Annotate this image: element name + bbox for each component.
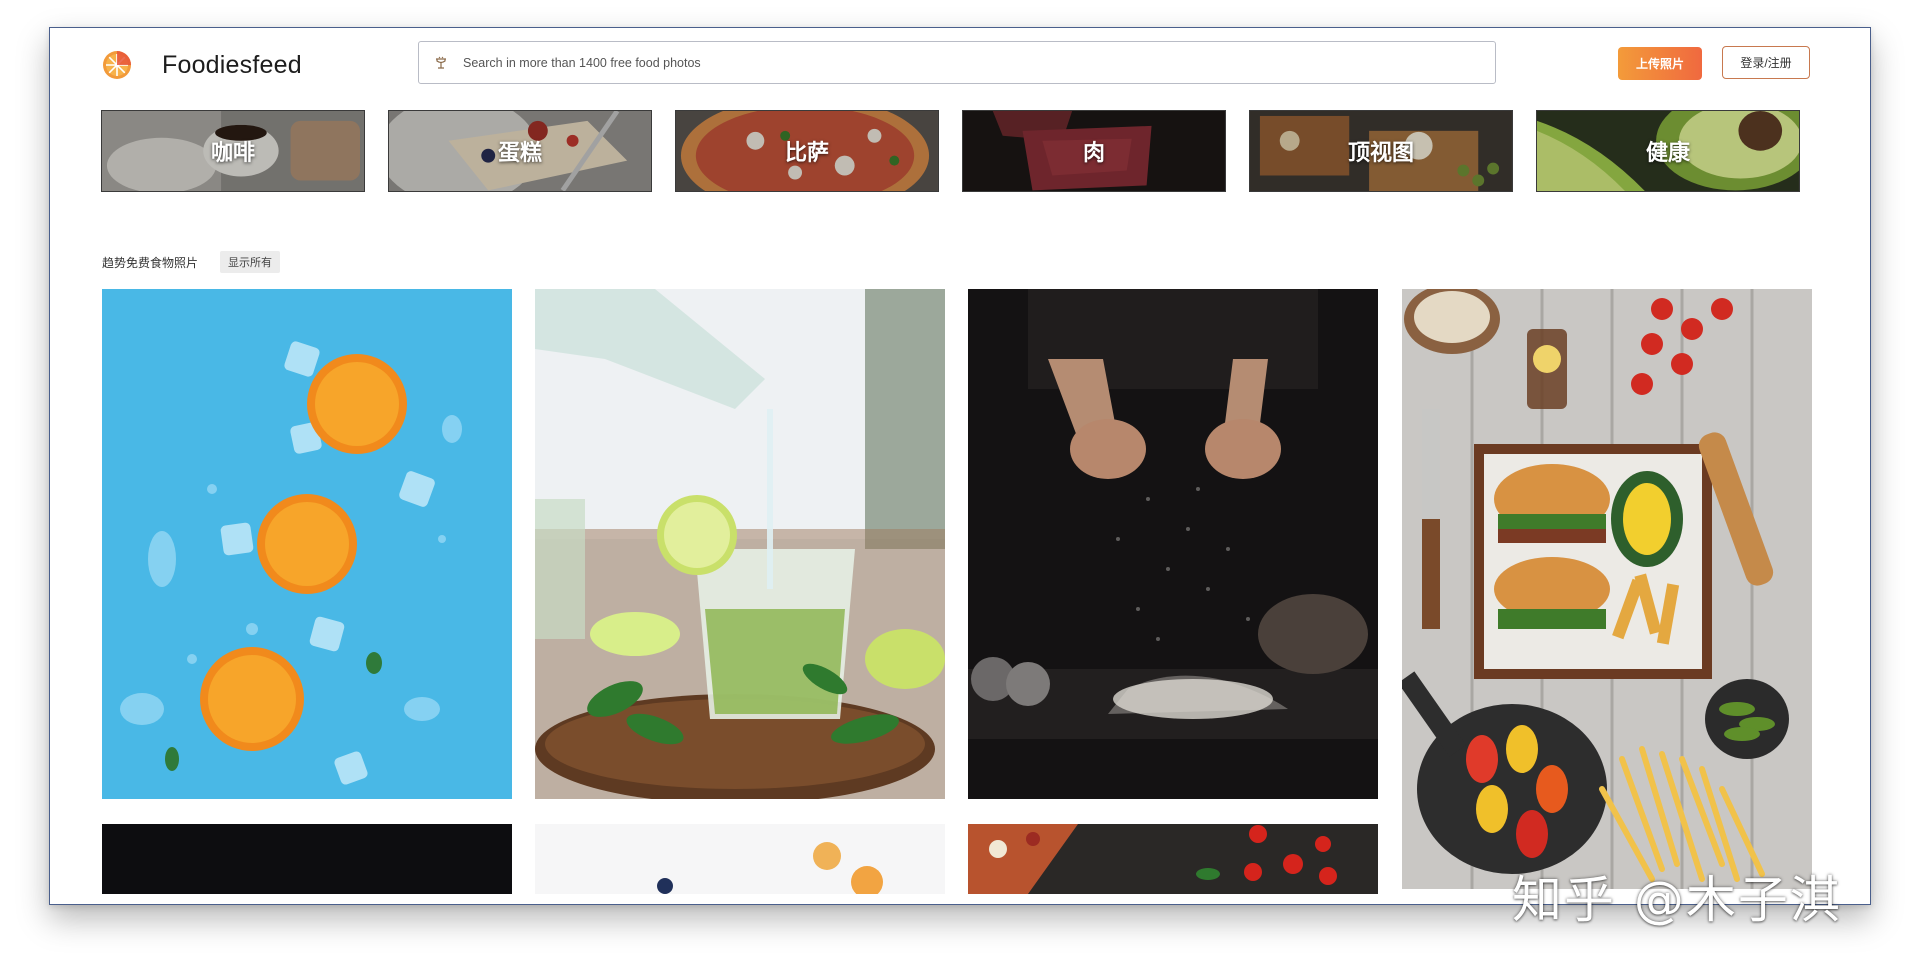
category-strip: 咖啡 蛋糕 比萨 肉 顶视图 健康	[101, 110, 1800, 192]
upload-photo-button[interactable]: 上传照片	[1618, 47, 1702, 80]
light-food-photo	[535, 824, 945, 894]
browser-window: Foodiesfeed 上传照片 登录/注册 咖啡	[49, 27, 1871, 905]
category-coffee[interactable]: 咖啡	[101, 110, 365, 192]
photo-card[interactable]	[535, 824, 945, 894]
orange-logo-icon	[103, 51, 131, 79]
category-meat[interactable]: 肉	[962, 110, 1226, 192]
category-label: 咖啡	[210, 140, 255, 165]
watermark-text: 知乎 @木子淇	[1512, 871, 1842, 929]
search-bar[interactable]	[418, 41, 1496, 84]
photo-card[interactable]	[968, 289, 1378, 799]
oranges-photo	[102, 289, 512, 799]
category-healthy[interactable]: 健康	[1536, 110, 1800, 192]
category-label: 比萨	[784, 140, 829, 165]
photo-card[interactable]	[102, 824, 512, 894]
photo-card[interactable]	[1402, 289, 1812, 889]
mojito-photo	[535, 289, 945, 799]
brand-name: Foodiesfeed	[162, 50, 302, 79]
burger-fries-photo	[1402, 289, 1812, 889]
trending-header: 趋势免费食物照片 显示所有	[102, 251, 281, 273]
category-pizza[interactable]: 比萨	[675, 110, 939, 192]
trending-title: 趋势免费食物照片	[102, 255, 199, 270]
login-register-button[interactable]: 登录/注册	[1722, 46, 1810, 79]
photo-card[interactable]	[968, 824, 1378, 894]
category-cake[interactable]: 蛋糕	[388, 110, 652, 192]
logo[interactable]: Foodiesfeed	[102, 50, 302, 80]
flour-photo	[968, 289, 1378, 799]
show-all-button[interactable]: 显示所有	[220, 251, 281, 273]
photo-card[interactable]	[102, 289, 512, 799]
food-search-icon	[436, 56, 446, 69]
category-label: 健康	[1645, 140, 1690, 165]
category-label: 肉	[1082, 140, 1105, 165]
pizza-tomatoes-photo	[968, 824, 1378, 894]
search-input[interactable]	[461, 54, 1365, 71]
dark-photo	[102, 824, 512, 894]
category-label: 顶视图	[1347, 140, 1414, 165]
category-label: 蛋糕	[497, 140, 542, 165]
category-top-view[interactable]: 顶视图	[1249, 110, 1513, 192]
photo-card[interactable]	[535, 289, 945, 799]
